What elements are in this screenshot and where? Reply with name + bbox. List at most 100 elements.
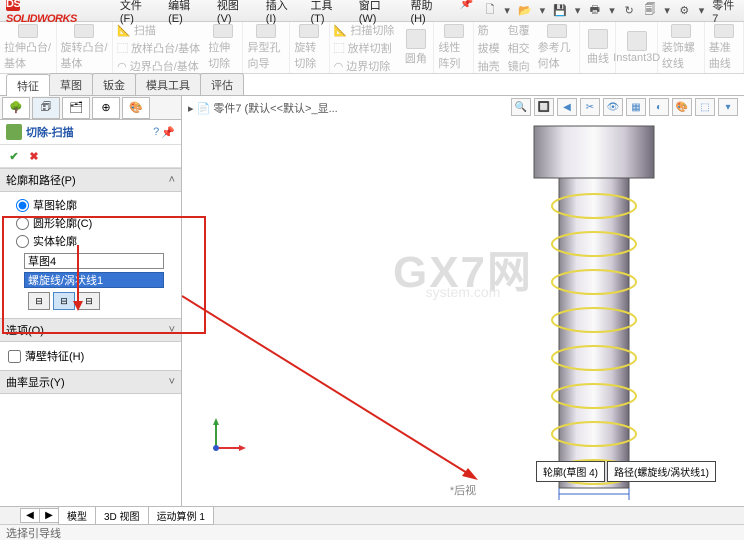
prev-view-icon[interactable]: ◀ xyxy=(557,98,577,116)
cmd-instant3d[interactable]: Instant3D xyxy=(616,22,657,73)
tab-evaluate[interactable]: 评估 xyxy=(200,73,244,95)
options-icon[interactable]: 🗐 xyxy=(644,4,657,18)
property-manager: 🌳 🗊 🗂 ⊕ 🎨 切除-扫描 ? 📌 ✔ ✖ 轮廓和路径(P) ˄ 草图轮廓 … xyxy=(0,96,182,506)
appearance-icon[interactable]: 🎨 xyxy=(672,98,692,116)
zoom-area-icon[interactable]: 🔲 xyxy=(534,98,554,116)
settings-icon[interactable]: ⚙ xyxy=(678,4,691,18)
view-orient-icon[interactable]: ▦ xyxy=(626,98,646,116)
ribbon-col-rib: 筋 拔模 抽壳 xyxy=(474,22,504,73)
section-profile-path[interactable]: 轮廓和路径(P) ˄ xyxy=(0,168,181,192)
cmd-sweep[interactable]: 📐 扫描 xyxy=(117,22,200,38)
cmd-curves[interactable]: 曲线 xyxy=(580,22,616,73)
cmd-loft-cut[interactable]: ⬚ 放样切割 xyxy=(334,40,395,56)
tab-mold[interactable]: 模具工具 xyxy=(135,73,201,95)
cmd-sweep-cut[interactable]: 📐 扫描切除 xyxy=(334,22,395,38)
radio-solid-profile[interactable]: 实体轮廓 xyxy=(16,232,173,250)
panel-tab-dimxpert[interactable]: ⊕ xyxy=(92,97,120,119)
new-icon[interactable]: 🗋 xyxy=(484,4,497,18)
ribbon-col-sweep: 📐 扫描 ⬚ 放样凸台/基体 ◠ 边界凸台/基体 xyxy=(113,22,204,73)
cmd-wrap[interactable]: 包覆 xyxy=(508,22,530,38)
tab-sheetmetal[interactable]: 钣金 xyxy=(92,73,136,95)
pin-icon[interactable]: 📌 xyxy=(161,126,175,139)
ribbon-col-sweepcut: 📐 扫描切除 ⬚ 放样切割 ◠ 边界切除 xyxy=(330,22,399,73)
chain-opt-1[interactable]: ⊟ xyxy=(28,292,50,310)
section-curvature[interactable]: 曲率显示(Y) ˅ xyxy=(0,370,181,394)
scene-icon[interactable]: ⬚ xyxy=(695,98,715,116)
cmd-loft[interactable]: ⬚ 放样凸台/基体 xyxy=(117,40,200,56)
cmd-hole-wizard[interactable]: 异型孔向导 xyxy=(243,22,290,73)
panel-tab-property[interactable]: 🗊 xyxy=(32,97,60,119)
panel-tab-appearance[interactable]: 🎨 xyxy=(122,97,150,119)
btab-prev[interactable]: ◀ xyxy=(20,508,40,523)
rebuild-icon[interactable]: ↻ xyxy=(623,4,636,18)
section-view-icon[interactable]: ✂ xyxy=(580,98,600,116)
watermark-sub: system.com xyxy=(426,284,501,300)
graphics-area[interactable]: ▸ 📄 零件7 (默认<<默认>_显... 🔍 🔲 ◀ ✂ 👁 ▦ ◐ 🎨 ⬚ … xyxy=(182,96,744,506)
cut-sweep-icon xyxy=(6,124,22,140)
breadcrumb[interactable]: ▸ 📄 零件7 (默认<<默认>_显... xyxy=(188,100,338,116)
cmd-linear-pattern[interactable]: 线性阵列 xyxy=(434,22,473,73)
open-icon[interactable]: 📂 xyxy=(518,4,532,18)
cmd-ref-curve[interactable]: 基准曲线 xyxy=(705,22,744,73)
cmd-shell[interactable]: 抽壳 xyxy=(478,58,500,74)
callout-path[interactable]: 路径(螺旋线/涡状线1) xyxy=(607,461,716,482)
chevron-down-icon: ˅ xyxy=(169,324,175,336)
cmd-revolve-boss[interactable]: 旋转凸台/基体 xyxy=(57,22,114,73)
set-drop[interactable]: ▾ xyxy=(699,4,705,17)
status-bar: 选择引导线 xyxy=(0,524,744,540)
btab-next[interactable]: ▶ xyxy=(39,508,59,523)
btab-motion[interactable]: 运动算例 1 xyxy=(148,506,214,525)
status-text: 选择引导线 xyxy=(6,525,61,541)
print-icon[interactable]: 🖶 xyxy=(588,4,601,18)
cmd-revolve-cut[interactable]: 旋转切除 xyxy=(290,22,329,73)
save-drop[interactable]: ▾ xyxy=(575,4,581,17)
print-drop[interactable]: ▾ xyxy=(609,4,615,17)
cmd-fillet[interactable]: 圆角 xyxy=(398,22,434,73)
tab-sketch[interactable]: 草图 xyxy=(49,73,93,95)
hide-show-icon[interactable]: ◐ xyxy=(649,98,669,116)
cmd-draft[interactable]: 拔模 xyxy=(478,40,500,56)
thin-feature-check[interactable]: 薄壁特征(H) xyxy=(8,346,173,366)
btab-model[interactable]: 模型 xyxy=(58,506,96,525)
section-thin: 薄壁特征(H) xyxy=(0,342,181,370)
cmd-thread[interactable]: 装饰螺纹线 xyxy=(658,22,705,73)
cmd-mirror[interactable]: 镜向 xyxy=(508,58,530,74)
save-icon[interactable]: 💾 xyxy=(553,4,567,18)
tab-features[interactable]: 特征 xyxy=(6,74,50,96)
ok-button[interactable]: ✔ xyxy=(6,148,22,164)
section-options[interactable]: 选项(O) ˅ xyxy=(0,318,181,342)
cmd-ref-geom[interactable]: 参考几何体 xyxy=(534,22,581,73)
help-icon[interactable]: ? xyxy=(153,126,159,139)
coordinate-triad xyxy=(206,418,246,458)
command-ribbon: 拉伸凸台/基体 旋转凸台/基体 📐 扫描 ⬚ 放样凸台/基体 ◠ 边界凸台/基体… xyxy=(0,22,744,74)
view-label: *后视 xyxy=(450,482,476,498)
view-toolbar: 🔍 🔲 ◀ ✂ 👁 ▦ ◐ 🎨 ⬚ ▾ xyxy=(511,98,738,116)
cmd-boundary[interactable]: ◠ 边界凸台/基体 xyxy=(117,58,200,74)
zoom-fit-icon[interactable]: 🔍 xyxy=(511,98,531,116)
open-drop[interactable]: ▾ xyxy=(540,4,546,17)
feature-title: 切除-扫描 xyxy=(26,124,74,140)
callout-profile[interactable]: 轮廓(草图 4) xyxy=(536,461,605,482)
cmd-extrude-cut[interactable]: 拉伸切除 xyxy=(204,22,243,73)
radio-sketch-profile[interactable]: 草图轮廓 xyxy=(16,196,173,214)
opt-drop[interactable]: ▾ xyxy=(664,4,670,17)
chain-opt-3[interactable]: ⊟ xyxy=(78,292,100,310)
more-view-icon[interactable]: ▾ xyxy=(718,98,738,116)
chain-opt-2[interactable]: ⊟ xyxy=(53,292,75,310)
cmd-boundary-cut[interactable]: ◠ 边界切除 xyxy=(334,58,395,74)
path-input[interactable] xyxy=(24,272,164,288)
profile-input[interactable] xyxy=(24,253,164,269)
cmd-intersect[interactable]: 相交 xyxy=(508,40,530,56)
display-style-icon[interactable]: 👁 xyxy=(603,98,623,116)
cmd-extrude-boss[interactable]: 拉伸凸台/基体 xyxy=(0,22,57,73)
radio-circle-profile[interactable]: 圆形轮廓(C) xyxy=(16,214,173,232)
panel-tab-feature-tree[interactable]: 🌳 xyxy=(2,97,30,119)
section-curvature-label: 曲率显示(Y) xyxy=(6,374,65,390)
panel-tabs: 🌳 🗊 🗂 ⊕ 🎨 xyxy=(0,96,181,120)
ok-cancel-bar: ✔ ✖ xyxy=(0,145,181,168)
new-drop[interactable]: ▾ xyxy=(504,4,510,17)
panel-tab-config[interactable]: 🗂 xyxy=(62,97,90,119)
cmd-rib[interactable]: 筋 xyxy=(478,22,500,38)
btab-3dview[interactable]: 3D 视图 xyxy=(95,506,149,525)
cancel-button[interactable]: ✖ xyxy=(26,148,42,164)
